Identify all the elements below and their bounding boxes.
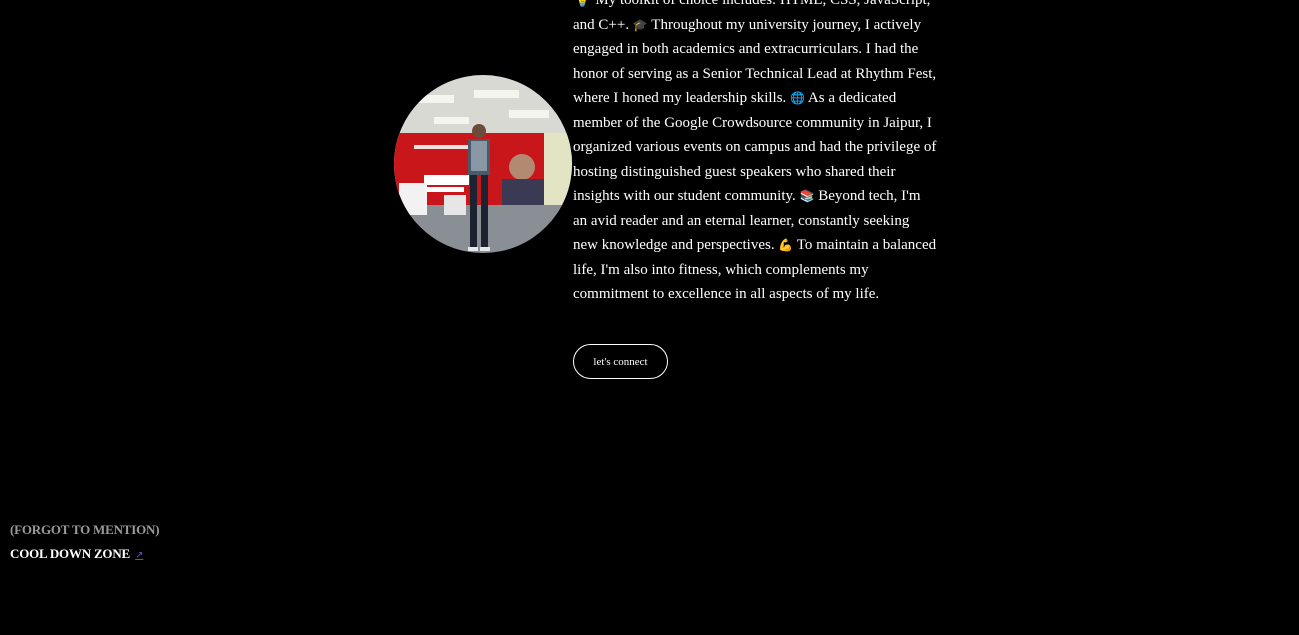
globe-icon: 🌐 (790, 91, 805, 105)
about-section: 💡 My toolkit of choice includes: HTML, C… (0, 0, 1299, 400)
forgot-to-mention-label: (FORGOT TO MENTION) (10, 522, 160, 537)
cool-down-zone-label: COOL DOWN ZONE (10, 546, 130, 561)
flexed-biceps-icon: 💪 (778, 238, 794, 252)
lets-connect-button[interactable]: let's connect (573, 344, 668, 379)
cool-down-zone-link[interactable]: COOL DOWN ZONE ↗ (10, 546, 143, 562)
bio-line-community: As a dedicated member of the Google Crow… (573, 90, 937, 204)
books-icon: 📚 (799, 189, 815, 203)
graduation-cap-icon: 🎓 (632, 17, 648, 32)
external-link-arrow-icon[interactable]: ↗ (135, 550, 143, 561)
bio-text: 💡 My toolkit of choice includes: HTML, C… (573, 0, 938, 307)
profile-photo-illustration (394, 75, 572, 253)
profile-photo (394, 75, 572, 253)
bio-line-toolkit: 💡 My toolkit of choice includes: (573, 0, 777, 8)
